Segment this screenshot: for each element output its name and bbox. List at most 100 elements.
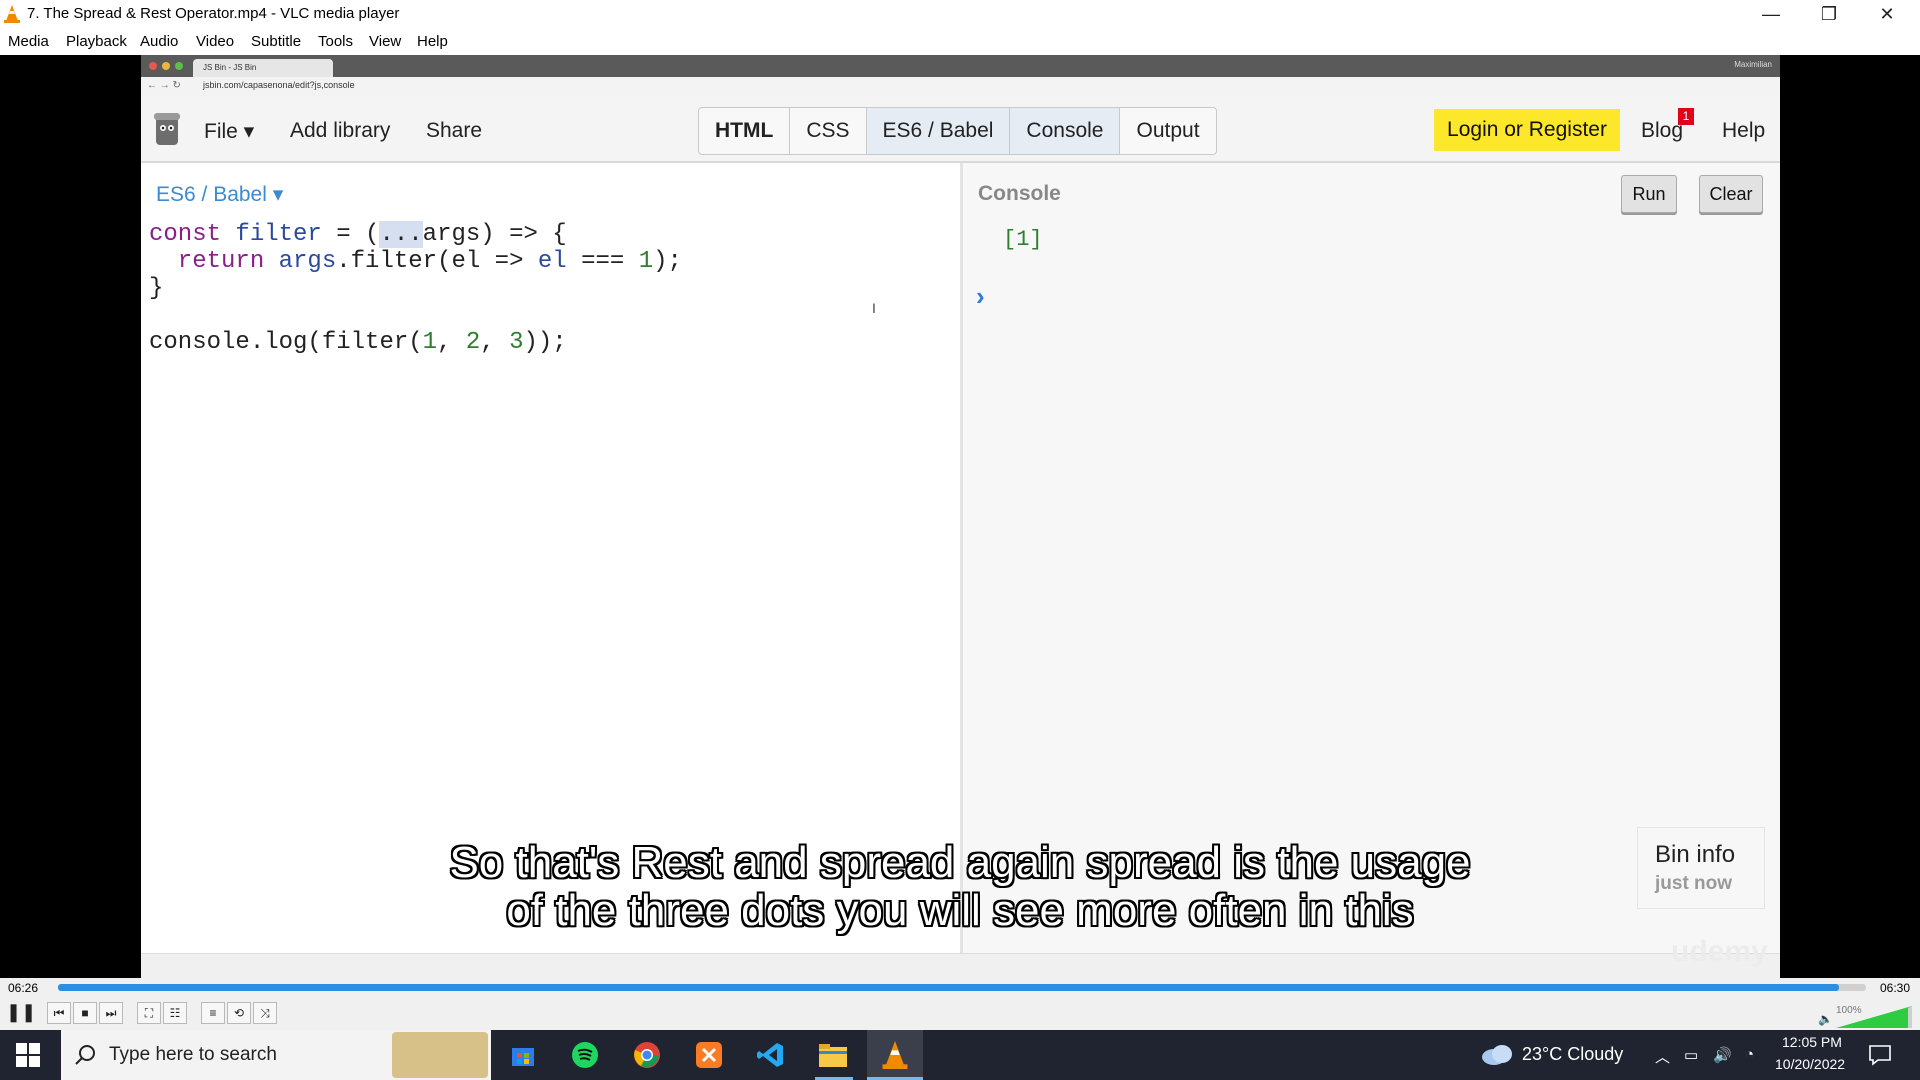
tab-console[interactable]: Console <box>1010 108 1121 154</box>
restore-button[interactable]: ❐ <box>1800 0 1858 28</box>
identifier: el <box>537 248 567 275</box>
keyword: const <box>149 221 222 248</box>
number: 1 <box>638 248 654 275</box>
video-area[interactable]: JS Bin - JS Bin Maximilian ← → ↻ jsbin.c… <box>0 55 1920 978</box>
total-time: 06:30 <box>1880 981 1911 995</box>
fullscreen-icon[interactable]: ⛶ <box>137 1002 161 1024</box>
shuffle-icon[interactable]: ⤨ <box>253 1002 277 1024</box>
network-icon[interactable]: ◔ <box>1745 1046 1754 1063</box>
next-icon[interactable]: ⏭ <box>99 1002 123 1024</box>
browser-tab-strip <box>141 55 1780 77</box>
address-bar <box>141 77 1780 98</box>
search-highlight-image <box>392 1032 488 1078</box>
login-register-button[interactable]: Login or Register <box>1434 109 1620 151</box>
code-text: )); <box>523 329 567 356</box>
language-selector[interactable]: ES6 / Babel ▾ <box>156 182 283 207</box>
show-hidden-icons-icon[interactable]: ︿ <box>1655 1046 1670 1067</box>
add-library-button[interactable]: Add library <box>290 119 390 143</box>
share-button[interactable]: Share <box>426 119 482 143</box>
run-button[interactable]: Run <box>1621 175 1677 213</box>
search-icon <box>75 1045 95 1065</box>
clock-date[interactable]: 10/20/2022 <box>1775 1056 1845 1072</box>
selected-text: ... <box>379 221 423 248</box>
vlc-icon <box>4 5 20 23</box>
tab-output[interactable]: Output <box>1120 108 1215 154</box>
close-button[interactable]: ✕ <box>1858 0 1916 28</box>
notification-center-icon[interactable] <box>1868 1044 1892 1066</box>
previous-icon[interactable]: ⏮ <box>47 1002 71 1024</box>
xampp-icon[interactable] <box>689 1036 729 1074</box>
search-placeholder: Type here to search <box>109 1044 277 1065</box>
extended-settings-icon[interactable]: ☷ <box>163 1002 187 1024</box>
clear-button[interactable]: Clear <box>1699 175 1763 213</box>
page-footer-strip <box>141 953 1780 978</box>
file-explorer-icon[interactable] <box>813 1036 853 1074</box>
menu-tools[interactable]: Tools <box>318 33 353 50</box>
browser-tab: JS Bin - JS Bin <box>193 59 333 77</box>
menu-video[interactable]: Video <box>196 33 234 50</box>
code-line-2: return args.filter(el => el === 1); <box>149 248 682 275</box>
mac-minimize-dot <box>162 62 170 70</box>
text-cursor-icon: I <box>872 300 876 316</box>
code-line-3: } <box>149 275 164 302</box>
speaker-icon[interactable]: 🔈 <box>1818 1012 1833 1026</box>
number: 1 <box>422 329 438 356</box>
menu-subtitle[interactable]: Subtitle <box>251 33 301 50</box>
code-text: .filter(el => <box>336 248 538 275</box>
pause-button[interactable]: ❚❚ <box>6 1002 36 1024</box>
volume-icon[interactable]: 🔊 <box>1713 1046 1732 1064</box>
vscode-icon[interactable] <box>751 1036 791 1074</box>
blog-badge: 1 <box>1678 108 1694 125</box>
weather-text[interactable]: 23°C Cloudy <box>1522 1044 1623 1065</box>
menu-media[interactable]: Media <box>8 33 49 50</box>
blog-link[interactable]: Blog <box>1641 119 1683 143</box>
window-title: 7. The Spread & Rest Operator.mp4 - VLC … <box>27 5 400 22</box>
pane-tabs: HTML CSS ES6 / Babel Console Output <box>698 107 1217 155</box>
windows-start-icon[interactable] <box>16 1043 40 1067</box>
code-text: console.log(filter( <box>149 329 423 356</box>
cloudy-weather-icon[interactable] <box>1480 1042 1514 1066</box>
jsbin-logo-icon <box>154 113 180 145</box>
tab-html[interactable]: HTML <box>699 108 791 154</box>
number: 2 <box>465 329 481 356</box>
browser-user: Maximilian <box>1734 60 1772 69</box>
chrome-icon[interactable] <box>627 1036 667 1074</box>
menu-playback[interactable]: Playback <box>66 33 127 50</box>
tab-css[interactable]: CSS <box>790 108 867 154</box>
subtitle-line-1: So that's Rest and spread again spread i… <box>449 838 1471 887</box>
stop-icon[interactable]: ■ <box>73 1002 97 1024</box>
loop-icon[interactable]: ⟲ <box>227 1002 251 1024</box>
mac-zoom-dot <box>175 62 183 70</box>
help-link[interactable]: Help <box>1722 119 1765 143</box>
console-prompt[interactable]: › <box>976 281 985 312</box>
code-line-1: const filter = (...args) => { <box>149 221 567 248</box>
minimize-button[interactable]: — <box>1742 0 1800 28</box>
console-title: Console <box>978 182 1061 205</box>
back-icon: ← → ↻ <box>147 80 181 91</box>
spotify-icon[interactable] <box>565 1036 605 1074</box>
volume-slider[interactable] <box>1836 1006 1912 1028</box>
vlc-taskbar-icon[interactable] <box>867 1030 923 1080</box>
code-text: , <box>437 329 466 356</box>
playlist-icon[interactable]: ≡ <box>201 1002 225 1024</box>
identifier: args <box>278 248 337 275</box>
tab-es6-babel[interactable]: ES6 / Babel <box>866 108 1011 154</box>
code-line-5: console.log(filter(1, 2, 3)); <box>149 329 567 356</box>
subtitle-line-2: of the three dots you will see more ofte… <box>506 886 1414 935</box>
seek-bar-progress <box>58 984 1839 991</box>
udemy-watermark: udemy <box>1671 935 1768 968</box>
menu-audio[interactable]: Audio <box>140 33 178 50</box>
current-time: 06:26 <box>8 981 39 995</box>
menu-view[interactable]: View <box>369 33 401 50</box>
number: 3 <box>509 329 524 356</box>
clock-time[interactable]: 12:05 PM <box>1782 1034 1842 1050</box>
code-text: ); <box>653 248 682 275</box>
mac-close-dot <box>149 62 157 70</box>
keyword: return <box>149 248 279 275</box>
battery-icon[interactable]: ▭ <box>1684 1046 1698 1064</box>
file-menu[interactable]: File ▾ <box>204 119 254 144</box>
microsoft-store-icon[interactable] <box>503 1036 543 1074</box>
menu-help[interactable]: Help <box>417 33 448 50</box>
url-text: jsbin.com/capasenona/edit?js,console <box>203 80 355 90</box>
console-output: [1] <box>1003 227 1043 252</box>
